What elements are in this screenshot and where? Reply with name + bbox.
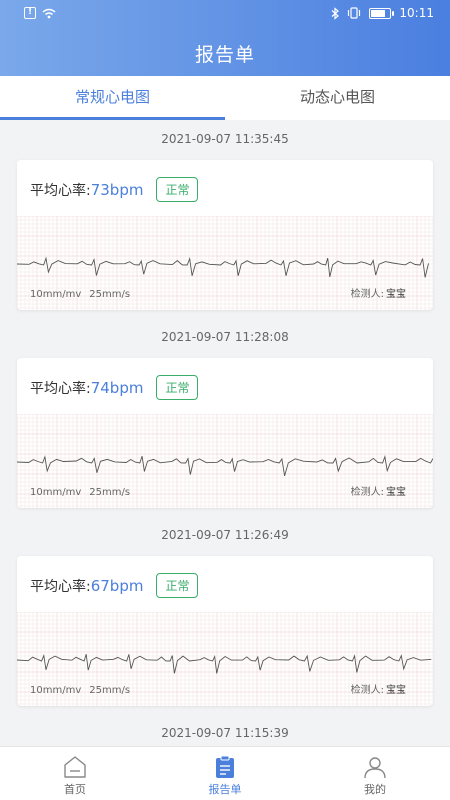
ecg-scale: 10mm/mv 25mm/s [30,487,130,498]
status-badge: 正常 [156,177,199,202]
scale-speed: 25mm/s [89,487,131,498]
inspector-name: 宝宝 [386,487,406,498]
header: ! 10:11 报告单 [0,0,450,76]
status-bar: ! 10:11 [0,0,450,28]
nav-profile-label: 我的 [364,783,386,796]
report-list[interactable]: 2021-09-07 11:35:45 平均心率: 73bpm 正常 10mm/… [0,120,450,746]
clipboard-icon [216,755,234,778]
report-card[interactable]: 平均心率: 74bpm 正常 10mm/mv 25mm/s 检测人: 宝宝 [17,358,433,508]
battery-icon [369,7,395,19]
nav-profile[interactable]: 我的 [300,747,450,800]
tab-dynamic-ecg[interactable]: 动态心电图 [225,76,450,120]
inspector: 检测人: 宝宝 [351,681,406,696]
inspector: 检测人: 宝宝 [351,285,406,300]
report-card[interactable]: 平均心率: 73bpm 正常 10mm/mv 25mm/s 检测人: 宝宝 [17,160,433,310]
status-badge: 正常 [156,573,199,598]
wifi-icon [42,8,56,18]
inspector-label: 检测人: [350,685,384,696]
user-icon [364,757,386,779]
rate-value: 74bpm [90,378,144,397]
inspector-label: 检测人: [350,289,384,300]
scale-amplitude: 10mm/mv [30,487,82,498]
scale-speed: 25mm/s [89,685,131,696]
tab-bar: 常规心电图 动态心电图 [0,76,450,120]
status-badge: 正常 [156,375,199,400]
page-title: 报告单 [194,44,255,66]
tab-routine-ecg[interactable]: 常规心电图 [0,76,225,120]
rate-label: 平均心率: [30,182,91,199]
report-date: 2021-09-07 11:35:45 [161,132,289,146]
bottom-nav: 首页 报告单 我的 [0,746,450,800]
report-date: 2021-09-07 11:15:39 [161,726,289,740]
ecg-scale: 10mm/mv 25mm/s [30,289,130,300]
inspector-name: 宝宝 [386,685,406,696]
status-time: 10:11 [399,6,434,20]
scale-amplitude: 10mm/mv [30,685,82,696]
nav-home-label: 首页 [64,783,86,796]
report-card[interactable]: 平均心率: 67bpm 正常 10mm/mv 25mm/s 检测人: 宝宝 [17,556,433,706]
rate-label: 平均心率: [30,578,91,595]
bluetooth-icon [332,6,340,20]
report-date: 2021-09-07 11:26:49 [161,528,289,542]
nav-reports[interactable]: 报告单 [150,747,300,800]
rate-value: 67bpm [90,576,144,595]
rate-value: 73bpm [90,180,144,199]
report-date: 2021-09-07 11:28:08 [161,330,289,344]
nav-home[interactable]: 首页 [0,747,150,800]
inspector-name: 宝宝 [386,289,406,300]
scale-speed: 25mm/s [89,289,131,300]
vibrate-icon [348,7,361,19]
inspector: 检测人: 宝宝 [351,483,406,498]
home-icon [64,756,86,778]
nav-reports-label: 报告单 [208,783,242,796]
inspector-label: 检测人: [350,487,384,498]
scale-amplitude: 10mm/mv [30,289,82,300]
ecg-scale: 10mm/mv 25mm/s [30,685,130,696]
alert-icon: ! [24,7,36,19]
rate-label: 平均心率: [30,380,91,397]
